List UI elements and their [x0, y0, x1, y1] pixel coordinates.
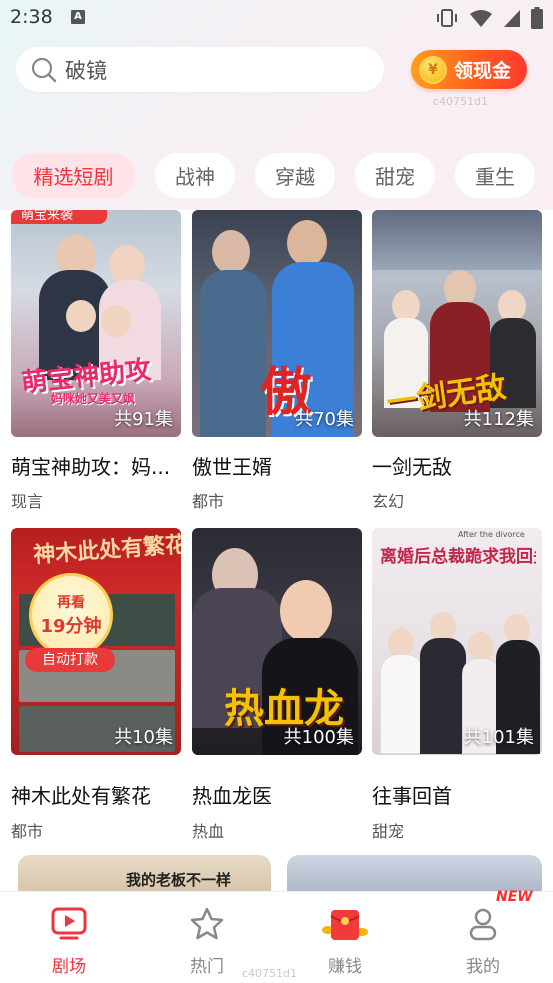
- drama-card[interactable]: 傲 共70集 傲世王婿 都市: [192, 210, 362, 511]
- episode-count: 共101集: [463, 727, 534, 748]
- red-envelope-icon: [322, 910, 368, 940]
- new-badge: NEW: [496, 889, 533, 905]
- status-time: 2:38: [10, 6, 53, 28]
- nav-earn[interactable]: 赚钱: [295, 892, 395, 983]
- drama-poster: 傲 共70集: [192, 210, 362, 437]
- drama-title: 萌宝神助攻：妈...: [11, 455, 171, 479]
- star-icon: [190, 907, 224, 940]
- watermark: c40751d1: [433, 95, 489, 108]
- person-icon: [469, 908, 497, 941]
- episode-count: 共100集: [283, 727, 354, 748]
- drama-card[interactable]: 热血龙 共100集 热血龙医 热血: [192, 528, 362, 841]
- drama-genre: 热血: [192, 822, 225, 841]
- episode-count: 共70集: [295, 409, 354, 430]
- poster-title: 离婚后总裁跪求我回头: [380, 547, 536, 567]
- drama-title: 傲世王婿: [192, 455, 272, 479]
- partial-card-title: 我的老板不一样: [126, 871, 232, 889]
- search-placeholder: 破镜: [65, 58, 107, 83]
- rewatch-reward-badge[interactable]: 再看 19分钟: [29, 573, 113, 657]
- poster-top-tag: 萌宝来袭: [11, 210, 107, 224]
- nav-mine[interactable]: 我的: [433, 892, 533, 983]
- tab-sweet-romance[interactable]: 甜宠: [355, 153, 435, 198]
- drama-genre: 甜宠: [372, 822, 405, 841]
- episode-count: 共91集: [114, 409, 173, 430]
- nav-hot-label: 热门: [190, 957, 224, 977]
- drama-title: 往事回首: [372, 784, 452, 808]
- coin-icon: ¥: [419, 55, 447, 84]
- tab-war-god[interactable]: 战神: [155, 153, 235, 198]
- rewatch-minutes: 19分钟: [40, 616, 102, 637]
- drama-title: 一剑无敌: [372, 455, 452, 479]
- episode-count: 共112集: [463, 409, 534, 430]
- nav-theater[interactable]: 剧场: [19, 892, 119, 983]
- drama-poster: 热血龙 共100集: [192, 528, 362, 755]
- nav-theater-label: 剧场: [52, 957, 86, 977]
- search-icon: [31, 57, 57, 82]
- get-cash-button[interactable]: ¥ 领现金: [411, 50, 527, 89]
- drama-genre: 玄幻: [372, 492, 405, 511]
- status-bar: 2:38 A: [0, 0, 553, 36]
- status-icons: [435, 7, 543, 29]
- drama-genre: 都市: [11, 822, 44, 841]
- watermark: c40751d1: [242, 967, 298, 980]
- drama-poster: 一剑无敌 共112集: [372, 210, 542, 437]
- drama-genre: 都市: [192, 492, 225, 511]
- tab-featured[interactable]: 精选短剧: [12, 153, 135, 198]
- auto-payout-tag: 自动打款: [25, 648, 115, 672]
- signal-icon: [504, 10, 520, 27]
- get-cash-label: 领现金: [454, 60, 512, 82]
- wifi-icon: [470, 10, 492, 27]
- poster-subtitle: After the divorce: [458, 530, 525, 539]
- rewatch-label: 再看: [57, 595, 85, 611]
- tab-time-travel[interactable]: 穿越: [255, 153, 335, 198]
- drama-poster: 萌宝来袭 萌宝神助攻 妈咪她又美又飒 共91集: [11, 210, 181, 437]
- drama-poster: 神木此处有繁花 再看 19分钟 自动打款 共10集: [11, 528, 181, 755]
- battery-icon: [531, 7, 543, 29]
- nav-mine-label: 我的: [466, 957, 500, 977]
- drama-card[interactable]: 萌宝来袭 萌宝神助攻 妈咪她又美又飒 共91集 萌宝神助攻：妈... 现言: [11, 210, 181, 511]
- tv-play-icon: [51, 907, 87, 940]
- tab-rebirth[interactable]: 重生: [455, 153, 535, 198]
- drama-poster: 离婚后总裁跪求我回头 After the divorce 共101集: [372, 528, 542, 755]
- drama-card[interactable]: 一剑无敌 共112集 一剑无敌 玄幻: [372, 210, 542, 511]
- drama-card[interactable]: 神木此处有繁花 再看 19分钟 自动打款 共10集 神木此处有繁花 都市: [11, 528, 181, 841]
- episode-count: 共10集: [114, 727, 173, 748]
- partial-drama-card[interactable]: 我的老板不一样: [18, 855, 271, 895]
- drama-title: 热血龙医: [192, 784, 272, 808]
- drama-genre: 现言: [11, 492, 44, 511]
- drama-card[interactable]: 离婚后总裁跪求我回头 After the divorce 共101集 往事回首 …: [372, 528, 542, 841]
- drama-title: 神木此处有繁花: [11, 784, 151, 808]
- nav-earn-label: 赚钱: [328, 957, 362, 977]
- vibrate-icon: [437, 9, 457, 27]
- search-input[interactable]: 破镜: [16, 47, 384, 92]
- notification-icon: A: [71, 10, 85, 24]
- poster-title: 神木此处有繁花: [32, 531, 181, 569]
- category-tabs: 精选短剧 战神 穿越 甜宠 重生: [12, 153, 535, 198]
